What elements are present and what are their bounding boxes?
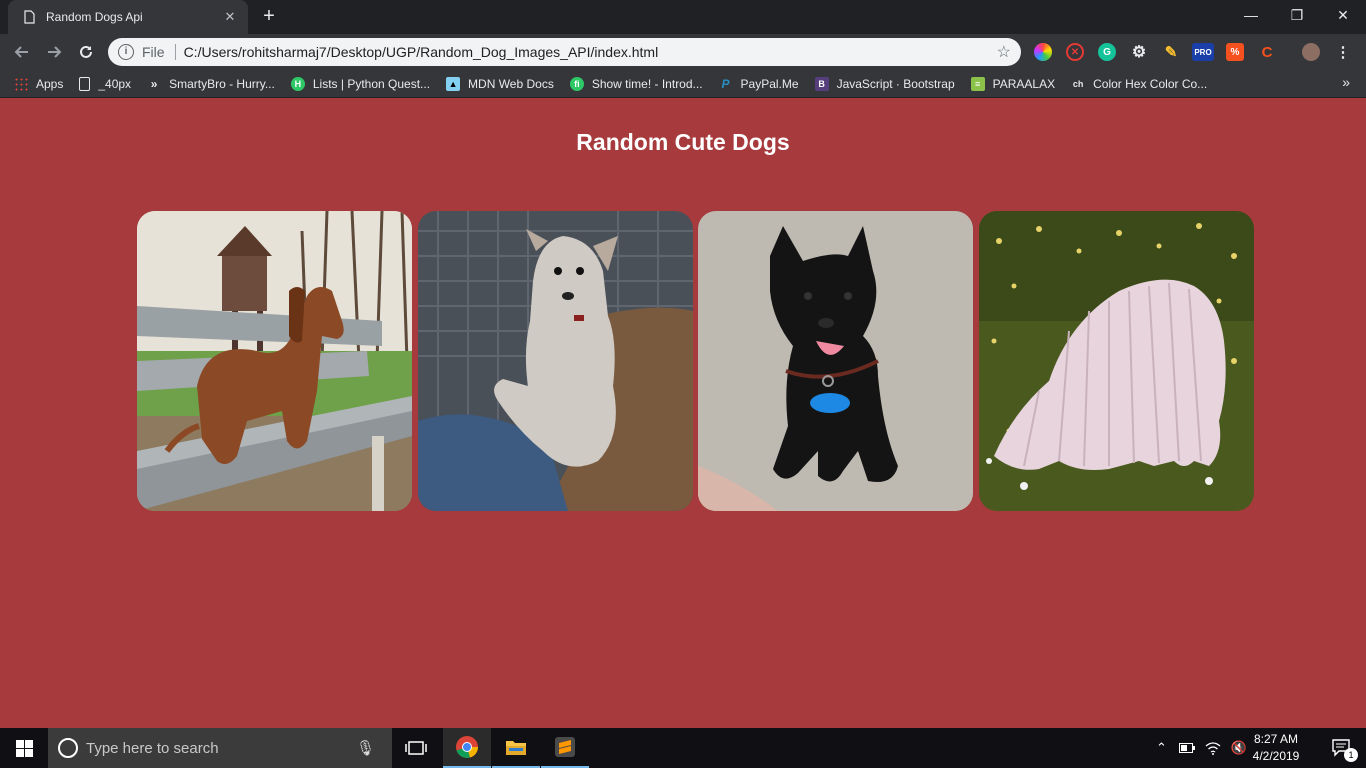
fi-icon: fi xyxy=(569,76,584,91)
dog-image-black-puppy xyxy=(698,211,973,511)
maximize-button[interactable]: ❐ xyxy=(1274,0,1320,30)
system-clock[interactable]: 8:27 AM 4/2/2019 xyxy=(1246,731,1306,765)
task-view-icon xyxy=(405,741,427,755)
bookmark-label: Lists | Python Quest... xyxy=(312,76,431,91)
scheme-label: File xyxy=(142,44,165,60)
taskbar-sublime[interactable] xyxy=(541,728,589,768)
bookmark-label: MDN Web Docs xyxy=(468,76,554,91)
color-wheel-icon[interactable] xyxy=(1034,43,1052,61)
page-title: Random Cute Dogs xyxy=(576,129,790,155)
tray-overflow-icon[interactable]: ⌃ xyxy=(1156,740,1167,756)
bookmark-smartybro[interactable]: » SmartyBro - Hurry... xyxy=(147,77,275,91)
system-tray: ⌃ 🔇 xyxy=(1156,728,1247,768)
taskbar-chrome[interactable] xyxy=(443,728,491,768)
bookmark-label: SmartyBro - Hurry... xyxy=(169,76,275,91)
bookmark-label: PARAALAX xyxy=(992,76,1056,91)
clock-time: 8:27 AM xyxy=(1253,732,1299,746)
bookmark-label: Show time! - Introd... xyxy=(591,76,703,91)
bookmark-label: _40px xyxy=(98,76,132,91)
bookmark-label: Color Hex Color Co... xyxy=(1093,76,1208,91)
gear-icon[interactable]: ⚙ xyxy=(1130,43,1148,61)
bookmark-paraalax[interactable]: ≡ PARAALAX xyxy=(970,76,1056,91)
bookmark-colorhex[interactable]: ch Color Hex Color Co... xyxy=(1071,77,1207,91)
mdn-icon: ▲ xyxy=(446,76,461,91)
new-tab-button[interactable]: + xyxy=(256,5,282,29)
page-content: Random Cute Dogs xyxy=(0,99,1366,728)
paraalax-icon: ≡ xyxy=(970,76,985,91)
omnibox-divider xyxy=(174,44,176,60)
pencil-icon[interactable]: ✎ xyxy=(1162,43,1180,61)
forward-arrow-icon xyxy=(48,46,62,58)
page-icon xyxy=(79,76,91,91)
colorhex-icon: ch xyxy=(1072,78,1084,89)
page-icon xyxy=(24,10,35,24)
bookmark-python-lists[interactable]: H Lists | Python Quest... xyxy=(290,76,431,91)
taskbar-file-explorer[interactable] xyxy=(492,728,540,768)
grammarly-icon[interactable]: G xyxy=(1098,43,1116,61)
paypal-icon: P xyxy=(721,76,730,91)
reload-icon xyxy=(80,45,92,58)
forward-button[interactable] xyxy=(42,40,66,64)
browser-tab[interactable]: Random Dogs Api ✕ xyxy=(8,0,248,34)
reload-button[interactable] xyxy=(74,40,98,64)
action-center-button[interactable]: 1 xyxy=(1318,728,1366,768)
smartybro-icon: » xyxy=(150,76,158,91)
folder-icon xyxy=(506,741,526,755)
taskbar-search[interactable]: 🎙 xyxy=(48,728,392,768)
blocker-icon[interactable]: ✕ xyxy=(1066,43,1084,61)
battery-icon[interactable] xyxy=(1178,743,1195,753)
cortana-icon xyxy=(58,738,78,758)
apps-grid-icon xyxy=(14,76,28,91)
notification-count-badge: 1 xyxy=(1344,748,1358,762)
bookmark-paypal[interactable]: P PayPal.Me xyxy=(719,77,799,91)
bookmark-label: Apps xyxy=(36,76,64,91)
sublime-text-icon xyxy=(555,737,575,757)
dog-image-dachshund xyxy=(137,211,412,511)
microphone-icon[interactable]: 🎙 xyxy=(356,739,375,757)
tab-strip: Random Dogs Api ✕ + — ❐ ✕ xyxy=(0,0,1366,34)
bookmark-40px[interactable]: _40px xyxy=(79,76,132,91)
minimize-button[interactable]: — xyxy=(1228,0,1274,30)
start-button[interactable] xyxy=(0,728,48,768)
percent-icon[interactable]: % xyxy=(1226,43,1244,61)
bookmark-mdn[interactable]: ▲ MDN Web Docs xyxy=(446,76,554,91)
browser-toolbar: i File C:/Users/rohitsharmaj7/Desktop/UG… xyxy=(0,34,1366,70)
bookmark-star-icon[interactable]: ☆ xyxy=(997,42,1011,62)
bookmarks-overflow-icon[interactable]: » xyxy=(1342,74,1350,90)
bookmark-label: JavaScript · Bootstrap xyxy=(836,76,955,91)
address-bar[interactable]: i File C:/Users/rohitsharmaj7/Desktop/UG… xyxy=(108,38,1021,66)
bootstrap-icon: B xyxy=(814,76,829,91)
bookmark-apps[interactable]: Apps xyxy=(14,76,64,91)
bookmark-label: PayPal.Me xyxy=(740,76,799,91)
wifi-icon[interactable] xyxy=(1205,741,1221,755)
back-button[interactable] xyxy=(10,40,34,64)
c-icon[interactable]: C xyxy=(1258,43,1276,61)
dog-image-komondor xyxy=(979,211,1254,511)
close-window-button[interactable]: ✕ xyxy=(1320,0,1366,30)
bookmarks-bar: Apps _40px » SmartyBro - Hurry... H List… xyxy=(0,70,1366,98)
back-arrow-icon xyxy=(14,46,28,58)
tab-title: Random Dogs Api xyxy=(46,10,143,24)
chrome-icon xyxy=(456,736,478,758)
pro-icon[interactable]: PRO xyxy=(1192,43,1214,61)
windows-taskbar: 🎙 ⌃ xyxy=(0,728,1366,768)
tab-close-icon[interactable]: ✕ xyxy=(222,9,238,25)
task-view-button[interactable] xyxy=(392,728,440,768)
bookmark-showtime[interactable]: fi Show time! - Introd... xyxy=(569,76,703,91)
hackerrank-icon: H xyxy=(290,76,305,91)
clock-date: 4/2/2019 xyxy=(1252,749,1300,763)
avatar[interactable] xyxy=(1302,43,1320,61)
bookmark-bootstrap[interactable]: B JavaScript · Bootstrap xyxy=(814,76,955,91)
windows-logo-icon xyxy=(15,739,33,757)
dog-image-schnauzer xyxy=(418,211,693,511)
volume-muted-icon[interactable]: 🔇 xyxy=(1231,740,1247,756)
dog-gallery xyxy=(137,211,1254,511)
info-icon[interactable]: i xyxy=(118,44,134,60)
menu-kebab-icon[interactable]: ⋮ xyxy=(1334,43,1352,61)
url-text[interactable]: C:/Users/rohitsharmaj7/Desktop/UGP/Rando… xyxy=(184,44,997,60)
taskbar-search-input[interactable] xyxy=(86,739,356,757)
